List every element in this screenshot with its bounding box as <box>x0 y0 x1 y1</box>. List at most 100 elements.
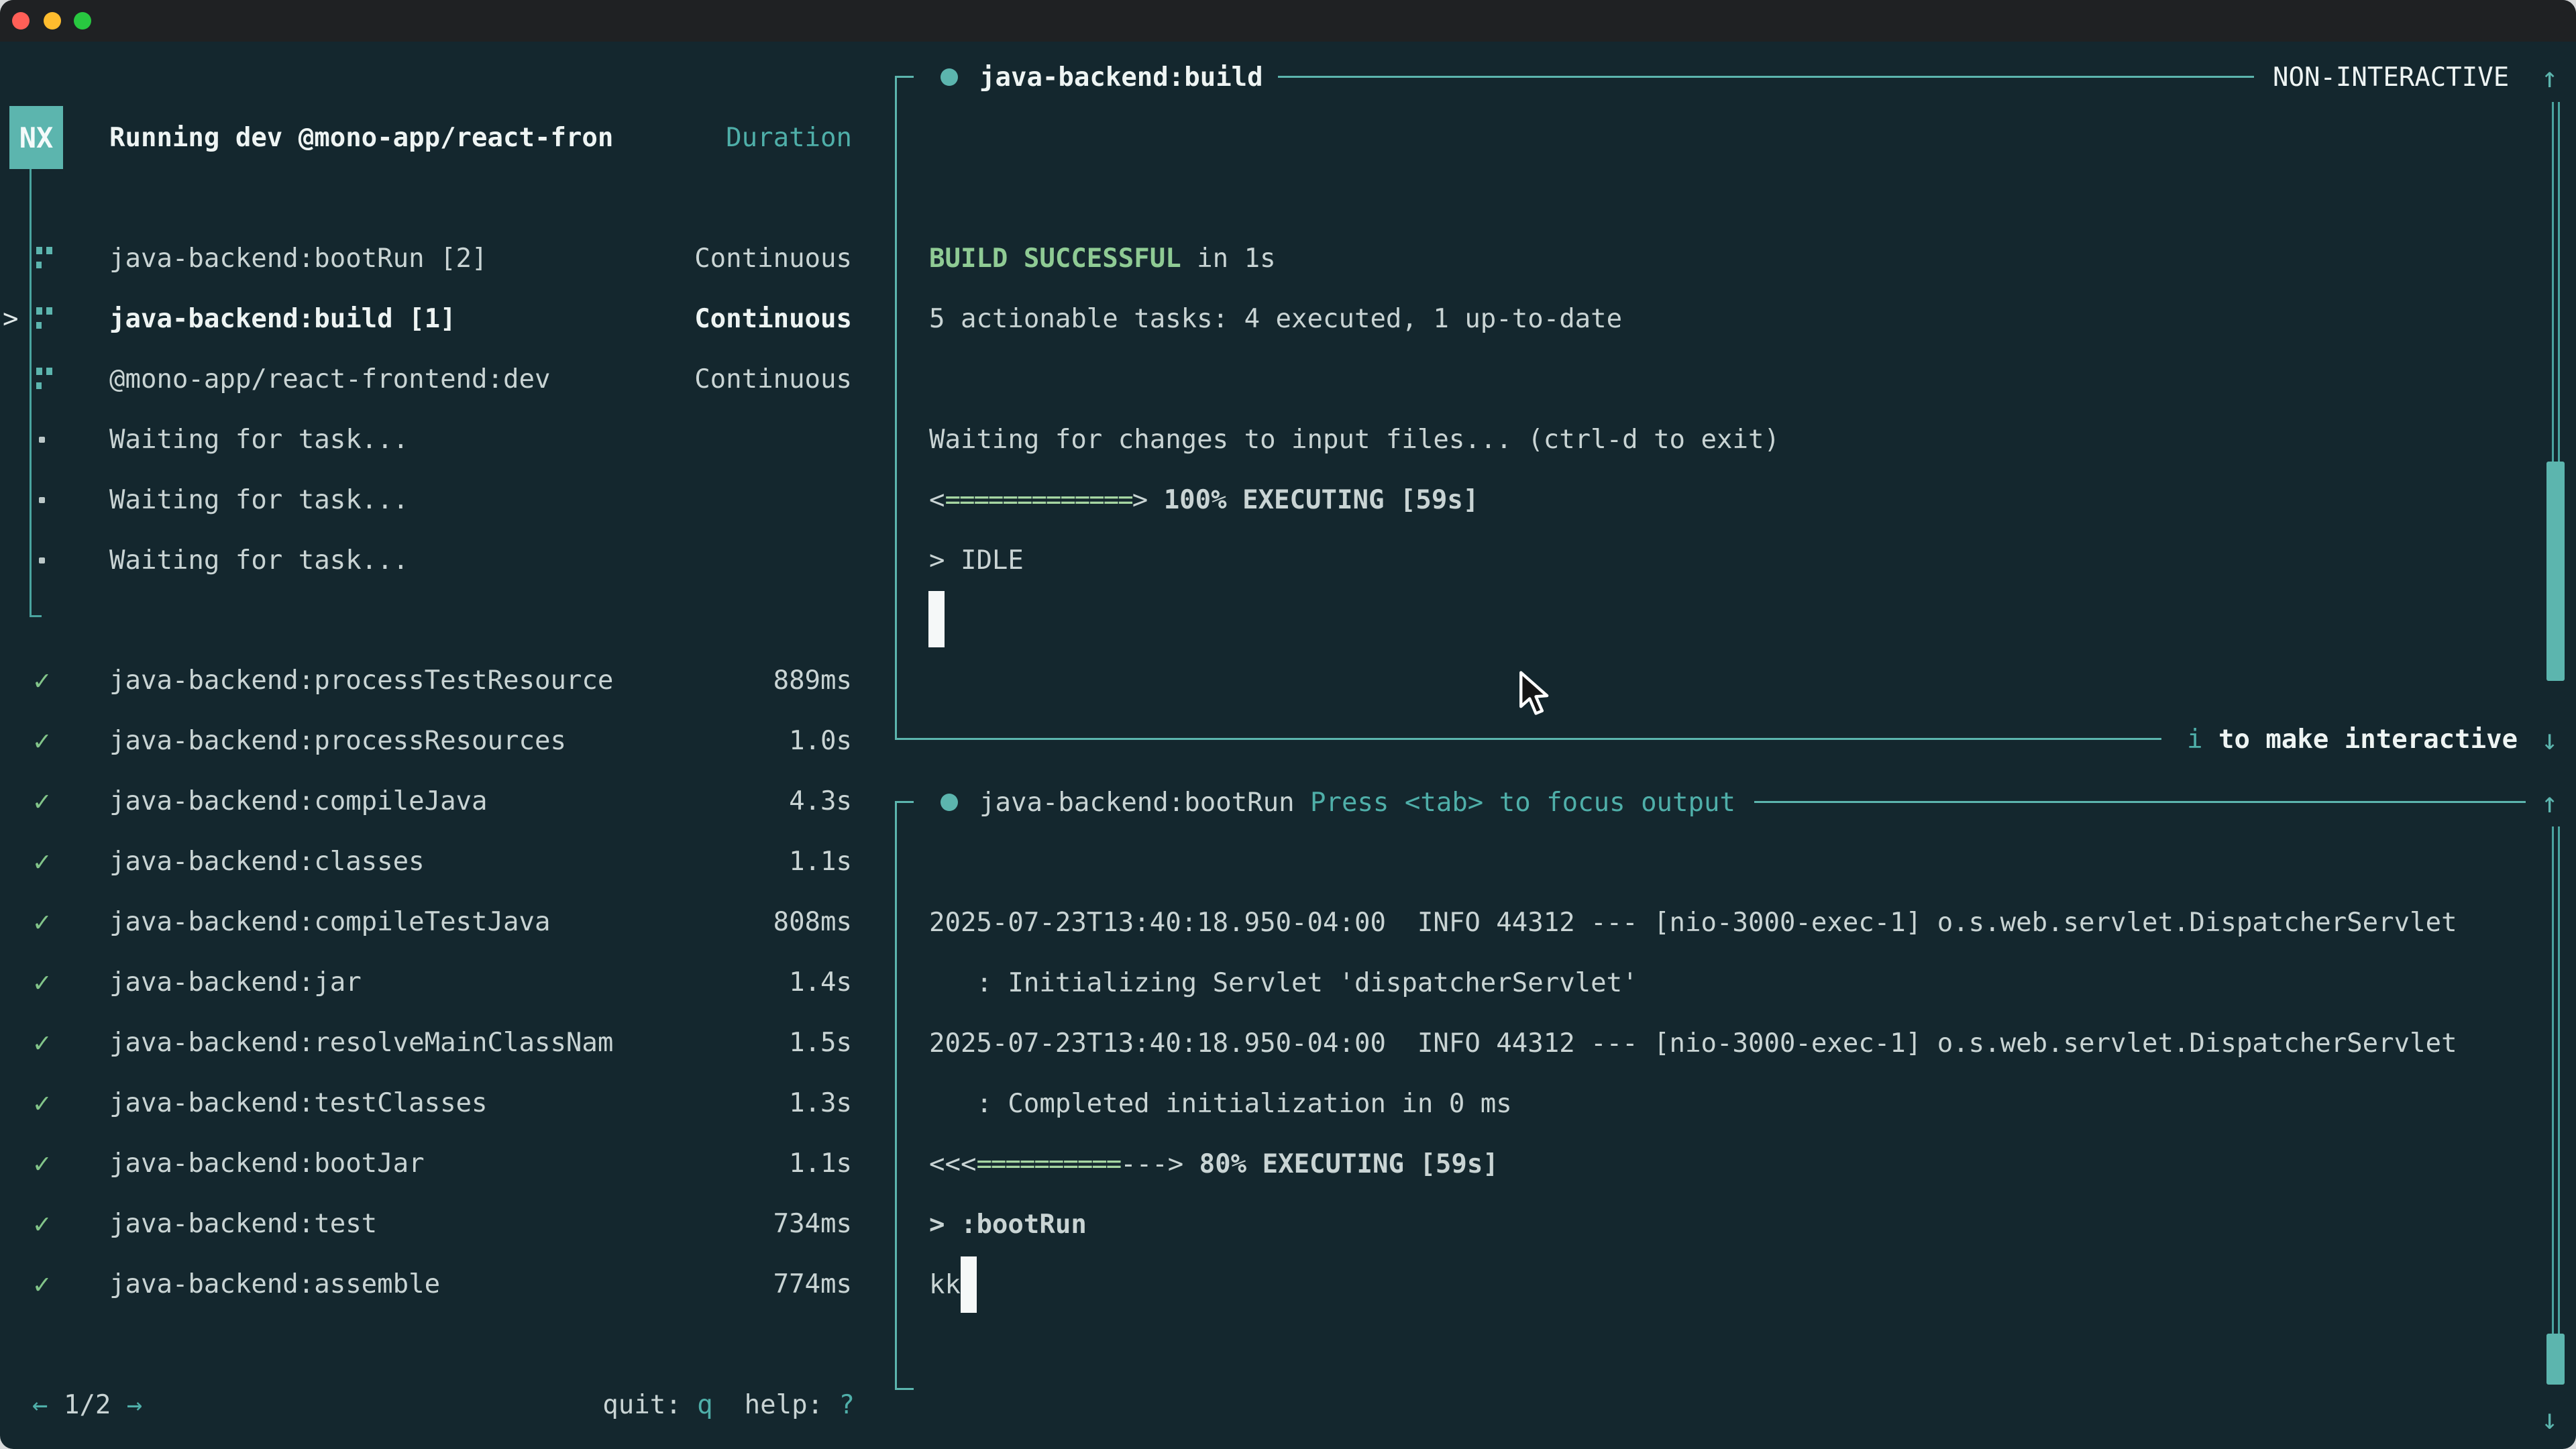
task-name: java-backend:processResources <box>109 726 566 756</box>
scrollbar-track[interactable] <box>2558 826 2560 1334</box>
task-duration: 774ms <box>773 1269 852 1299</box>
page-prev-arrow[interactable]: ← <box>32 1390 48 1420</box>
input-line[interactable]: kk <box>929 1254 977 1315</box>
panel-border-left <box>895 76 897 740</box>
task-tree-corner <box>30 615 42 617</box>
terminal-cursor <box>961 1256 977 1313</box>
close-button[interactable] <box>12 12 30 30</box>
check-icon: ✓ <box>34 845 50 877</box>
input-text: kk <box>929 1270 961 1300</box>
duration-column-header: Duration <box>726 123 852 153</box>
completed-task-row[interactable]: ✓ java-backend:compileJava 4.3s <box>0 771 895 831</box>
check-icon: ✓ <box>34 906 50 938</box>
gradle-progress-line: <=============> 100% EXECUTING [59s] <box>929 470 1479 530</box>
check-icon: ✓ <box>34 1087 50 1119</box>
task-status: Continuous <box>694 304 852 334</box>
task-name: java-backend:build [1] <box>109 304 456 334</box>
task-status: Continuous <box>694 364 852 394</box>
check-icon: ✓ <box>34 1208 50 1240</box>
task-name: @mono-app/react-frontend:dev <box>109 364 550 394</box>
spinner-icon <box>36 368 54 390</box>
task-duration: 734ms <box>773 1209 852 1239</box>
check-icon: ✓ <box>34 1147 50 1179</box>
completed-task-row[interactable]: ✓ java-backend:resolveMainClassNam 1.5s <box>0 1012 895 1073</box>
panel-border-bottom <box>895 738 2161 740</box>
terminal-cursor <box>928 591 945 647</box>
check-icon: ✓ <box>34 966 50 998</box>
spinner-icon <box>36 307 54 330</box>
task-name: java-backend:test <box>109 1209 377 1239</box>
scroll-up-icon[interactable]: ↑ <box>2541 47 2558 107</box>
check-icon: ✓ <box>34 664 50 696</box>
task-name: java-backend:bootRun [2] <box>109 244 488 274</box>
task-duration: 1.4s <box>789 967 852 998</box>
scroll-down-icon[interactable]: ↓ <box>2541 1389 2558 1449</box>
build-panel-title: java-backend:build <box>979 47 1263 107</box>
noninteractive-badge: NON-INTERACTIVE <box>2273 47 2509 107</box>
completed-task-row[interactable]: ✓ java-backend:test 734ms <box>0 1193 895 1254</box>
completed-task-row[interactable]: ✓ java-backend:testClasses 1.3s <box>0 1073 895 1133</box>
waiting-task-row[interactable]: Waiting for task... <box>0 470 895 530</box>
scroll-down-icon[interactable]: ↓ <box>2541 709 2558 769</box>
completed-task-row[interactable]: ✓ java-backend:classes 1.1s <box>0 831 895 892</box>
build-success-line: BUILD SUCCESSFUL in 1s <box>929 228 1276 288</box>
prompt-line: > :bootRun <box>929 1194 1087 1254</box>
progress-bar-fill: ========== <box>976 1149 1120 1179</box>
bootrun-panel-title: java-backend:bootRun <box>979 772 1295 833</box>
panel-border-stub <box>895 801 914 803</box>
task-name: java-backend:processTestResource <box>109 665 613 696</box>
completed-task-row[interactable]: ✓ java-backend:processResources 1.0s <box>0 710 895 771</box>
task-name: java-backend:compileJava <box>109 786 488 816</box>
waiting-label: Waiting for task... <box>109 485 409 515</box>
task-name: java-backend:testClasses <box>109 1088 488 1118</box>
completed-task-row[interactable]: ✓ java-backend:bootJar 1.1s <box>0 1133 895 1193</box>
progress-label: 100% EXECUTING [59s] <box>1148 485 1479 515</box>
completed-task-row[interactable]: ✓ java-backend:jar 1.4s <box>0 952 895 1012</box>
running-task-row[interactable]: > @mono-app/react-frontend:dev Continuou… <box>0 349 895 409</box>
minimize-button[interactable] <box>44 12 61 30</box>
waiting-task-row[interactable]: Waiting for task... <box>0 409 895 470</box>
spinner-icon <box>36 247 54 270</box>
completed-task-row[interactable]: ✓ java-backend:processTestResource 889ms <box>0 650 895 710</box>
pending-dot-icon <box>39 437 45 443</box>
scroll-up-icon[interactable]: ↑ <box>2541 772 2558 833</box>
panel-dot-icon <box>941 794 958 811</box>
log-line: : Initializing Servlet 'dispatcherServle… <box>929 953 2509 1013</box>
pending-dot-icon <box>39 557 45 564</box>
task-name: java-backend:jar <box>109 967 362 998</box>
waiting-label: Waiting for task... <box>109 545 409 576</box>
scrollbar-track[interactable] <box>2552 102 2554 462</box>
idle-line: > IDLE <box>929 530 1024 590</box>
page-indicator: 1/2 <box>64 1390 111 1420</box>
interactive-hint: i to make interactive <box>2187 709 2518 769</box>
scrollbar-thumb[interactable] <box>2546 462 2565 681</box>
task-name: java-backend:classes <box>109 847 425 877</box>
task-name: java-backend:resolveMainClassNam <box>109 1028 613 1058</box>
pager: ← 1/2 → <box>32 1375 142 1435</box>
task-duration: 808ms <box>773 907 852 937</box>
task-duration: 4.3s <box>789 786 852 816</box>
running-task-row[interactable]: > java-backend:bootRun [2] Continuous <box>0 228 895 288</box>
completed-task-row[interactable]: ✓ java-backend:compileTestJava 808ms <box>0 892 895 952</box>
selected-chevron: > <box>3 304 18 334</box>
scrollbar-track[interactable] <box>2558 102 2560 462</box>
quit-label: quit: <box>602 1390 681 1420</box>
scrollbar-thumb[interactable] <box>2546 1334 2565 1385</box>
panel-border-stub <box>895 76 914 78</box>
waiting-label: Waiting for task... <box>109 425 409 455</box>
panel-dot-icon <box>941 68 958 86</box>
page-next-arrow[interactable]: → <box>127 1390 142 1420</box>
progress-bar-fill: ============= <box>945 485 1132 515</box>
maximize-button[interactable] <box>74 12 91 30</box>
tasks-summary-line: 5 actionable tasks: 4 executed, 1 up-to-… <box>929 288 1622 349</box>
waiting-task-row[interactable]: Waiting for task... <box>0 530 895 590</box>
scrollbar-track[interactable] <box>2552 826 2554 1334</box>
panel-border-corner <box>895 1388 914 1390</box>
task-duration: 1.1s <box>789 847 852 877</box>
running-task-row[interactable]: > java-backend:build [1] Continuous <box>0 288 895 349</box>
log-line: 2025-07-23T13:40:18.950-04:00 INFO 44312… <box>929 1013 2509 1073</box>
check-icon: ✓ <box>34 1026 50 1059</box>
focus-output-hint: Press <tab> to focus output <box>1310 772 1735 833</box>
completed-task-row[interactable]: ✓ java-backend:assemble 774ms <box>0 1254 895 1314</box>
gradle-progress-line: <<<==========---> 80% EXECUTING [59s] <box>929 1134 1499 1194</box>
